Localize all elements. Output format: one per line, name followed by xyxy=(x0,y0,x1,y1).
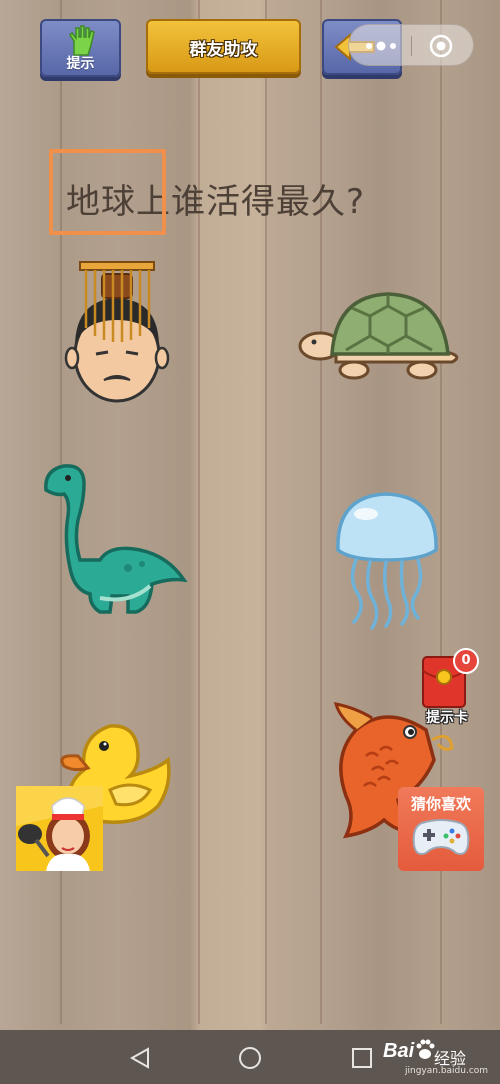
plank-line xyxy=(320,0,322,1024)
hint-highlight-box xyxy=(49,149,166,235)
hint-card-count-badge: 0 xyxy=(453,648,479,674)
hint-button-label: 提示 xyxy=(66,56,95,72)
chef-avatar xyxy=(16,786,103,871)
close-target-icon[interactable] xyxy=(429,34,453,58)
hint-button[interactable]: 提示 xyxy=(40,19,121,77)
option-emperor[interactable] xyxy=(62,260,172,405)
nav-recents-icon[interactable] xyxy=(350,1046,374,1070)
option-jellyfish[interactable] xyxy=(330,490,442,630)
guess-you-like-button[interactable]: 猜你喜欢 xyxy=(398,787,484,871)
friend-assist-label: 群友助攻 xyxy=(189,40,258,60)
nav-back-icon[interactable] xyxy=(128,1046,152,1070)
nav-home-icon[interactable] xyxy=(238,1046,262,1070)
gamepad-icon xyxy=(412,819,470,855)
guess-you-like-label: 猜你喜欢 xyxy=(410,795,471,813)
watermark-brand: Bai xyxy=(383,1040,415,1062)
watermark-url: jingyan.baidu.com xyxy=(405,1066,489,1076)
paw-icon xyxy=(416,1039,435,1059)
mini-program-capsule[interactable] xyxy=(348,24,474,66)
option-turtle[interactable] xyxy=(296,290,468,382)
more-icon[interactable] xyxy=(361,37,401,55)
friend-assist-button[interactable]: 群友助攻 xyxy=(146,19,301,74)
option-dinosaur[interactable] xyxy=(40,460,188,620)
capsule-divider xyxy=(411,36,412,56)
plank-line xyxy=(265,0,267,1024)
plank-line xyxy=(198,0,200,1024)
game-ad-chef[interactable] xyxy=(16,786,103,871)
hint-card-label: 提示卡 xyxy=(426,710,468,726)
